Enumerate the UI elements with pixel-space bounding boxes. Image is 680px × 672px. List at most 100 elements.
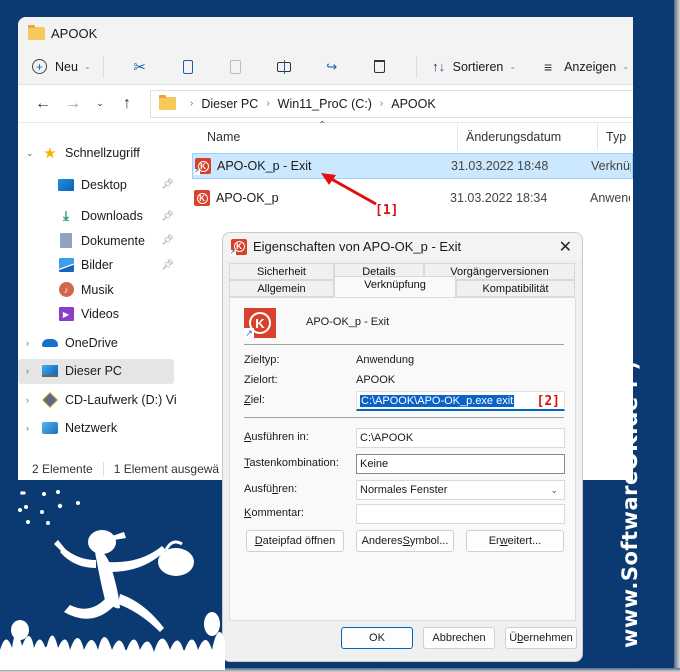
document-icon xyxy=(58,233,74,249)
hotkey-label: Tastenkombination: xyxy=(244,457,339,469)
sidebar-label: Desktop xyxy=(81,177,127,192)
copy-icon[interactable] xyxy=(178,57,198,77)
tab-security[interactable]: Sicherheit xyxy=(229,263,334,280)
column-header-type[interactable]: Typ xyxy=(597,124,626,150)
view-label: Anzeigen xyxy=(564,59,617,74)
pin-icon[interactable]: 📌︎ xyxy=(161,235,174,246)
download-icon: ⤓ xyxy=(63,208,69,224)
annotation-label-1: [1] xyxy=(375,203,399,218)
sort-button[interactable]: ↑ ↓ Sortieren ⌄ xyxy=(429,57,516,77)
divider xyxy=(244,417,564,418)
desktop-icon xyxy=(58,177,74,193)
chevron-down-icon: ⌄ xyxy=(83,62,91,71)
folder-icon xyxy=(28,24,45,40)
column-header-row: Name Änderungsdatum Typ xyxy=(178,124,633,150)
sidebar-item-network[interactable]: › Netzwerk xyxy=(18,416,178,441)
breadcrumb-item[interactable]: Dieser PC xyxy=(201,97,258,111)
cancel-button[interactable]: Abbrechen xyxy=(423,627,495,649)
hotkey-input[interactable]: Keine xyxy=(356,454,565,474)
chevron-right-icon[interactable]: › xyxy=(26,423,42,433)
address-bar[interactable]: › Dieser PC › Win11_ProC (C:) › APOOK xyxy=(150,89,633,118)
folder-icon xyxy=(159,95,176,110)
advanced-button[interactable]: Er w eitert... xyxy=(466,530,564,552)
target-location-label: Zielort: xyxy=(244,374,278,386)
dancing-figure-illustration xyxy=(0,490,225,670)
sidebar-item-videos[interactable]: ▶ Videos xyxy=(18,302,178,327)
sidebar-label: Schnellzugriff xyxy=(65,146,140,161)
sidebar-label: Dieser PC xyxy=(65,364,122,379)
close-icon[interactable]: ✕ xyxy=(559,237,572,257)
toolbar-divider xyxy=(415,55,417,78)
tab-general[interactable]: Allgemein xyxy=(229,280,334,297)
sidebar-item-onedrive[interactable]: › OneDrive xyxy=(18,331,178,356)
chevron-right-icon[interactable]: › xyxy=(26,366,42,376)
start-in-input[interactable]: C:\APOOK xyxy=(356,428,565,448)
cut-icon[interactable]: ✂ xyxy=(130,57,150,77)
app-shortcut-icon: K ↗ xyxy=(230,238,247,256)
sidebar-item-pictures[interactable]: Bilder 📌︎ xyxy=(18,253,178,278)
annotation-arrow xyxy=(321,173,377,206)
column-header-name[interactable]: Name xyxy=(207,130,457,144)
file-name: APO-OK_p xyxy=(216,191,279,205)
sidebar-label: Dokumente xyxy=(81,233,145,248)
sidebar-item-documents[interactable]: Dokumente 📌︎ xyxy=(18,229,178,254)
file-row[interactable]: K ↗ APO-OK_p - Exit 31.03.2022 18:48 Verk… xyxy=(192,153,633,179)
view-button[interactable]: ≡ Anzeigen ⌄ xyxy=(538,57,629,77)
delete-icon[interactable] xyxy=(370,57,390,77)
window-title: APOOK xyxy=(51,25,98,41)
change-icon-button[interactable]: Anderes Symbol... xyxy=(356,530,454,552)
paste-icon[interactable] xyxy=(226,57,246,77)
breadcrumb-separator: › xyxy=(190,98,194,109)
up-arrow-icon[interactable]: ↑ xyxy=(112,95,142,113)
recent-chevron-icon[interactable]: ⌄ xyxy=(88,98,112,109)
sidebar-item-downloads[interactable]: ⤓ Downloads 📌︎ xyxy=(18,204,178,229)
column-header-date[interactable]: Änderungsdatum xyxy=(457,124,597,150)
chevron-down-icon: ⌄ xyxy=(622,62,629,71)
sidebar-item-quick-access[interactable]: ⌄ ★ Schnellzugriff xyxy=(18,141,178,166)
sidebar-item-music[interactable]: ♪ Musik xyxy=(18,278,178,303)
navigation-bar: ← → ⌄ ↑ › Dieser PC › Win11_ProC (C:) › … xyxy=(18,85,633,123)
sidebar-label: Videos xyxy=(81,307,119,322)
tab-compatibility[interactable]: Kompatibilität xyxy=(456,280,575,297)
file-name: APO-OK_p - Exit xyxy=(217,159,312,173)
view-list-icon: ≡ xyxy=(543,58,553,75)
star-icon: ★ xyxy=(43,145,57,163)
run-mode-select[interactable]: Normales Fenster ⌄ xyxy=(356,480,565,500)
network-icon xyxy=(42,420,58,436)
tab-shortcut[interactable]: Verknüpfung xyxy=(334,276,456,297)
chevron-right-icon[interactable]: › xyxy=(26,338,42,348)
ok-button[interactable]: OK xyxy=(341,627,413,649)
chevron-right-icon[interactable]: › xyxy=(26,395,42,405)
sidebar-item-this-pc[interactable]: › Dieser PC xyxy=(18,359,174,384)
comment-input[interactable] xyxy=(356,504,565,524)
forward-arrow-icon[interactable]: → xyxy=(58,95,88,113)
breadcrumb-separator: › xyxy=(379,98,384,109)
sort-icon: ↑ ↓ xyxy=(432,59,446,74)
video-icon: ▶ xyxy=(58,306,74,322)
sidebar-item-cd-drive[interactable]: › CD-Laufwerk (D:) Vi xyxy=(18,388,178,413)
divider xyxy=(244,344,564,345)
share-icon[interactable]: ↪ xyxy=(322,57,342,77)
pin-icon[interactable]: 📌︎ xyxy=(161,211,174,222)
run-label: Ausführen: xyxy=(244,483,298,495)
command-bar: + Neu ⌄ ✂ ↪ ↑ ↓ Sortieren ⌄ ≡ Anzeigen ⌄ xyxy=(18,49,633,85)
sidebar-label: Musik xyxy=(81,282,114,297)
breadcrumb-item[interactable]: Win11_ProC (C:) xyxy=(278,97,372,111)
rename-icon[interactable] xyxy=(274,57,294,77)
new-button[interactable]: + Neu ⌄ xyxy=(32,59,91,74)
dialog-title: Eigenschaften von APO-OK_p - Exit xyxy=(253,239,462,254)
target-label: Ziel: xyxy=(244,394,265,406)
sidebar-item-desktop[interactable]: Desktop 📌︎ xyxy=(18,173,178,198)
file-row[interactable]: K APO-OK_p 31.03.2022 18:34 Anwendung xyxy=(192,185,633,211)
apply-button[interactable]: Üb ernehmen xyxy=(505,627,577,649)
pin-icon[interactable]: 📌︎ xyxy=(161,260,174,271)
pin-icon[interactable]: 📌︎ xyxy=(161,179,174,190)
breadcrumb-item[interactable]: APOOK xyxy=(391,97,435,111)
shortcut-tab-panel: K ↗ APO-OK_p - Exit Zieltyp: Anwendung Zi… xyxy=(229,297,576,621)
target-type-value: Anwendung xyxy=(356,354,415,366)
open-file-location-button[interactable]: Dateipfad öffnen xyxy=(246,530,344,552)
computer-icon xyxy=(42,363,58,379)
chevron-down-icon[interactable]: ⌄ xyxy=(26,148,42,159)
back-arrow-icon[interactable]: ← xyxy=(28,95,58,113)
target-input[interactable]: C:\APOOK\APO-OK_p.exe exit [2] xyxy=(356,391,565,411)
